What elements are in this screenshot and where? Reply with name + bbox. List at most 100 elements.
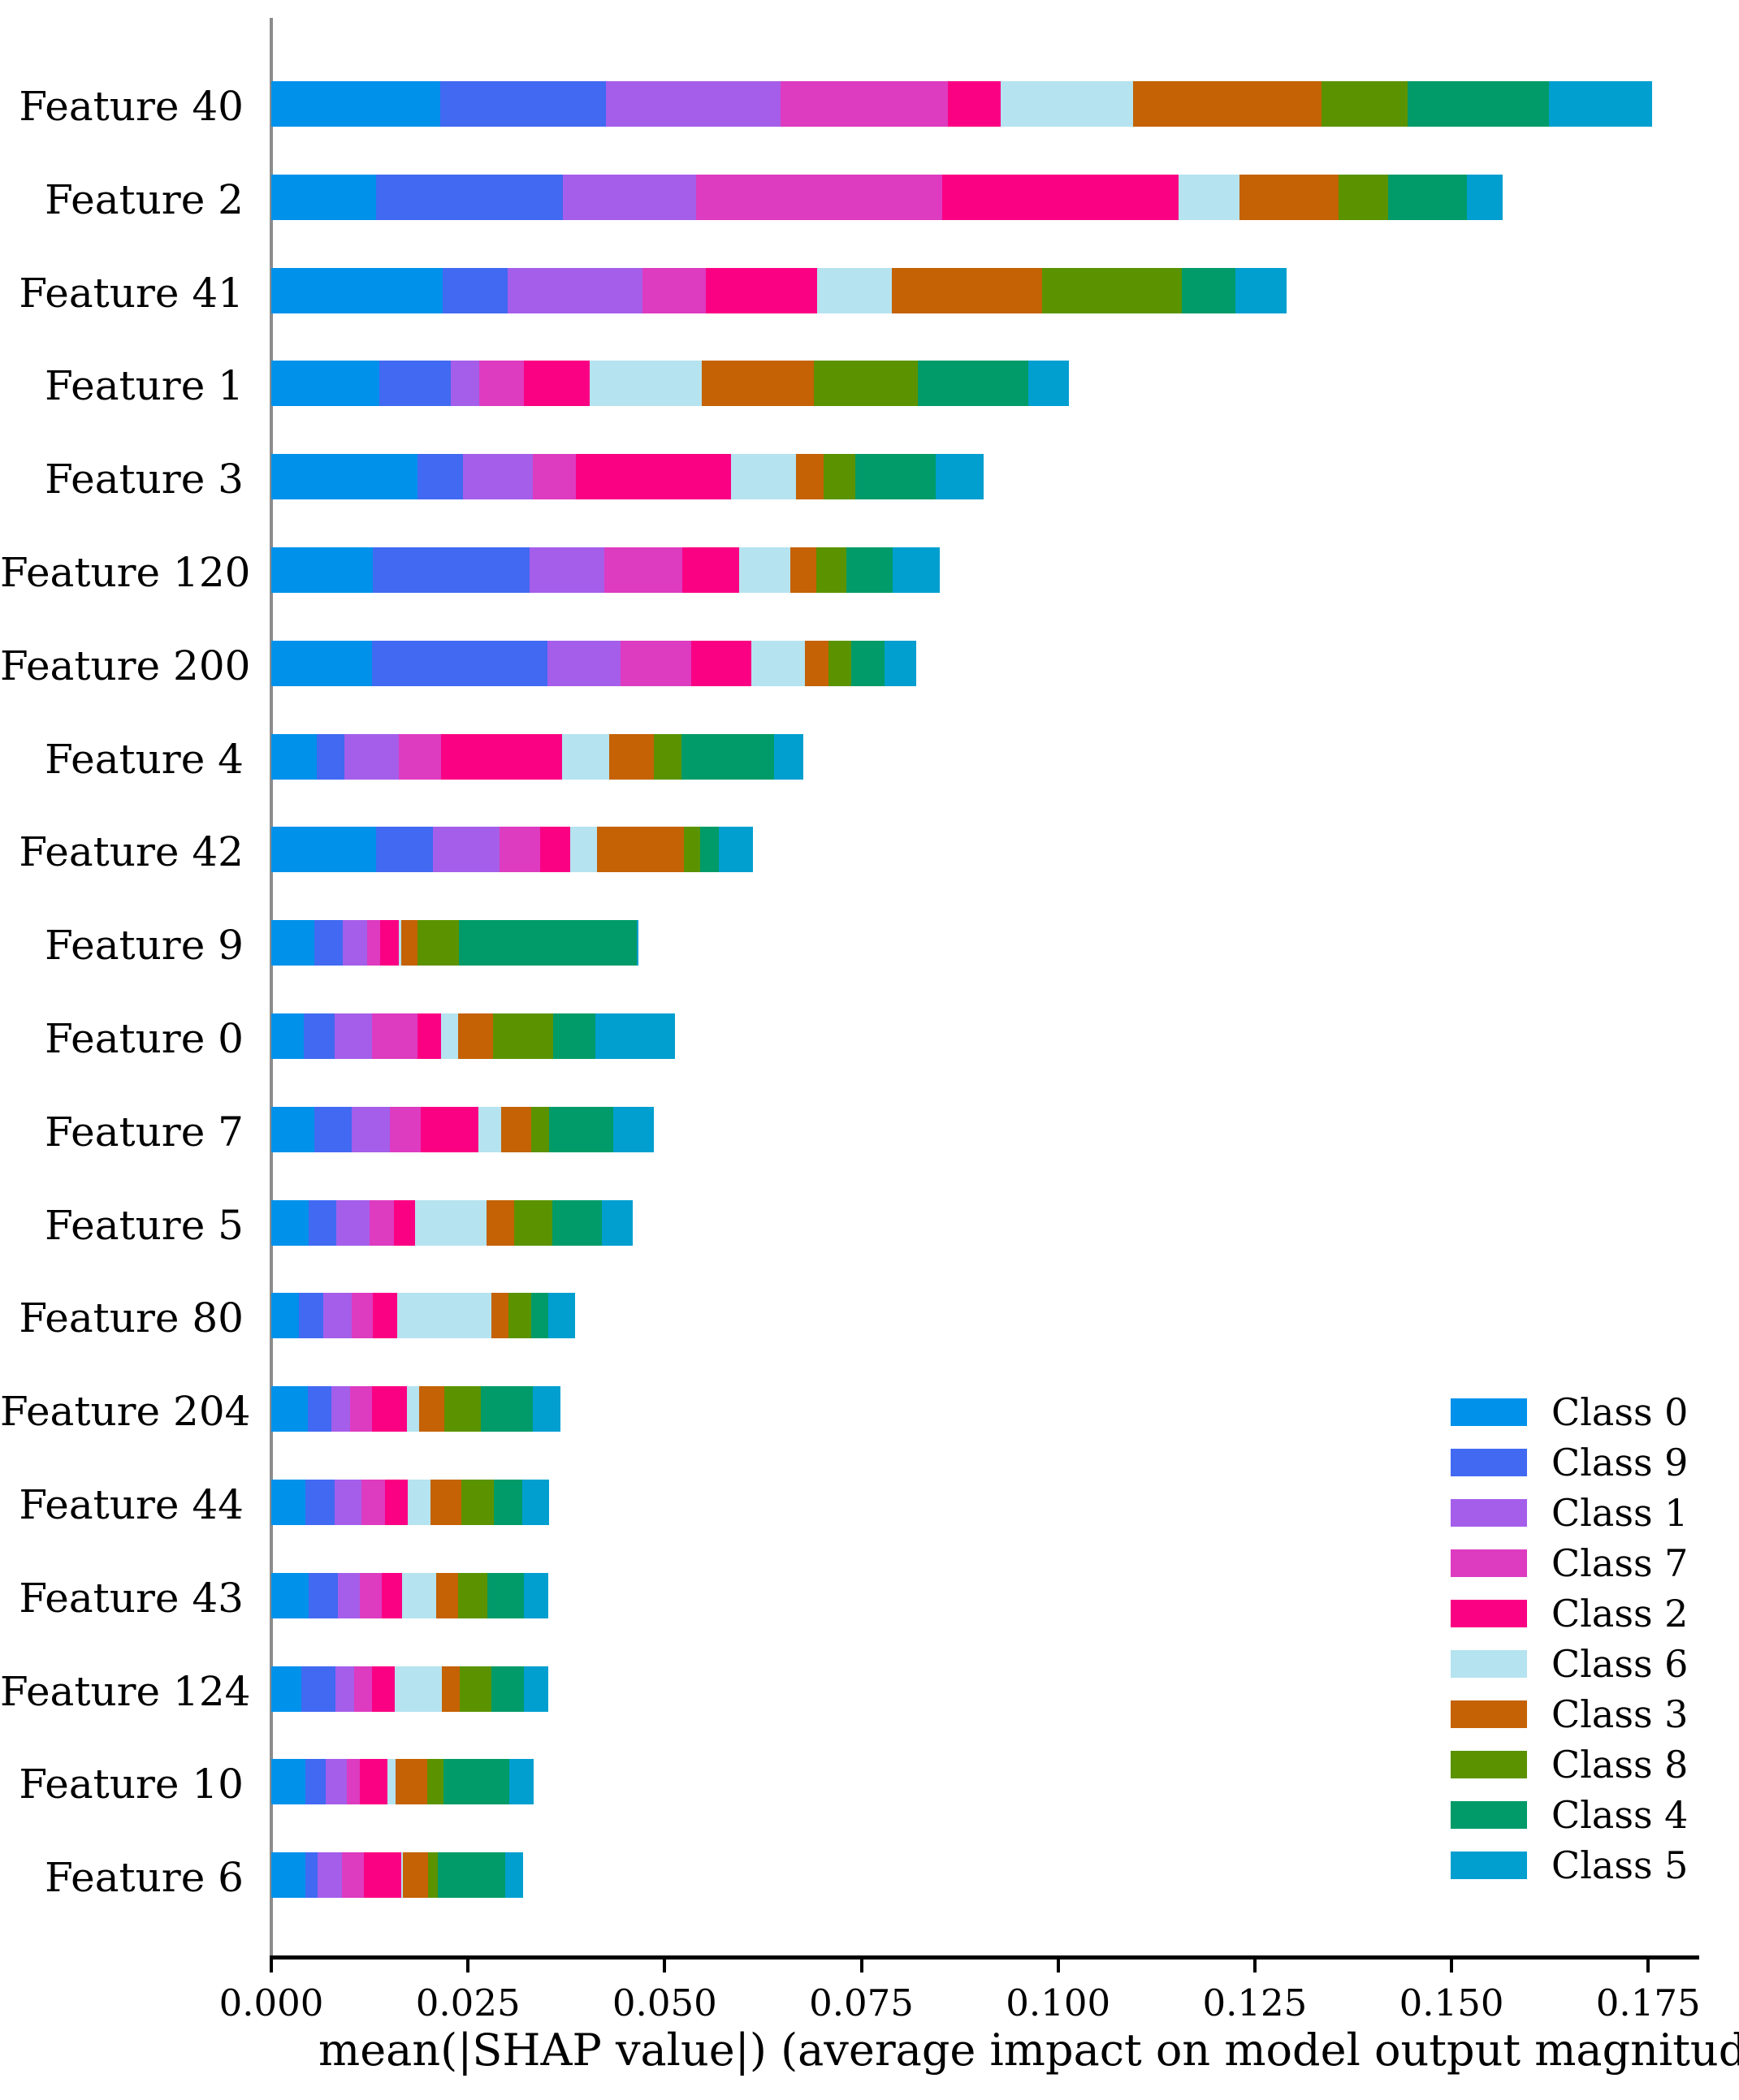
bar-segment	[325, 1759, 347, 1805]
bar-segment	[540, 827, 571, 873]
bar-segment	[271, 1759, 305, 1805]
bar-segment	[441, 1013, 459, 1059]
legend-label: Class 7	[1551, 1541, 1689, 1585]
bar-segment	[548, 1106, 614, 1152]
legend-label: Class 5	[1551, 1843, 1689, 1887]
bar-row	[271, 640, 917, 686]
bar-row	[271, 547, 941, 593]
legend-label: Class 0	[1551, 1390, 1689, 1434]
bar-row	[271, 1852, 523, 1899]
bar-segment	[271, 361, 379, 407]
bar-segment	[442, 1666, 461, 1712]
bar-segment	[547, 1293, 575, 1339]
x-tick	[663, 1958, 667, 1973]
y-axis-label: Feature 124	[0, 1667, 251, 1715]
legend-item[interactable]: Class 2	[1451, 1588, 1727, 1639]
bar-segment	[936, 454, 984, 500]
bar-row	[271, 1199, 633, 1246]
bar-segment	[1322, 81, 1408, 127]
legend-item[interactable]: Class 0	[1451, 1387, 1727, 1437]
legend-item[interactable]: Class 5	[1451, 1840, 1727, 1890]
bar-row	[271, 1013, 675, 1059]
bar-segment	[1178, 174, 1240, 220]
bar-segment	[1027, 361, 1070, 407]
bar-segment	[817, 267, 893, 313]
bar-segment	[681, 547, 740, 593]
y-axis-label: Feature 200	[0, 642, 251, 689]
bar-segment	[523, 1572, 548, 1618]
legend-item[interactable]: Class 9	[1451, 1437, 1727, 1488]
x-tick-label: 0.150	[1399, 1981, 1504, 2024]
bar-segment	[371, 640, 547, 686]
bar-segment	[322, 1293, 352, 1339]
bar-row	[271, 454, 984, 500]
bar-segment	[436, 1572, 459, 1618]
bar-segment	[509, 1759, 534, 1805]
bar-segment	[390, 1106, 421, 1152]
bar-row	[271, 361, 1070, 407]
bar-segment	[595, 1013, 675, 1059]
bar-segment	[523, 361, 590, 407]
x-tick-label: 0.025	[415, 1981, 521, 2024]
bar-segment	[478, 1106, 501, 1152]
legend-item[interactable]: Class 6	[1451, 1639, 1727, 1689]
legend-label: Class 4	[1551, 1793, 1689, 1837]
y-axis-label: Feature 4	[45, 735, 244, 783]
bar-segment	[796, 454, 824, 500]
legend-swatch	[1451, 1449, 1527, 1476]
bar-segment	[608, 733, 654, 780]
bar-segment	[400, 920, 418, 966]
bar-row	[271, 174, 1503, 220]
bar-segment	[417, 454, 464, 500]
bar-segment	[440, 81, 606, 127]
bar-segment	[552, 1199, 602, 1246]
bar-row	[271, 81, 1652, 127]
y-axis-label: Feature 5	[45, 1201, 244, 1249]
y-axis-label: Feature 7	[45, 1108, 244, 1156]
bar-segment	[415, 1199, 487, 1246]
bar-segment	[370, 1199, 395, 1246]
x-axis-spine	[270, 1955, 1699, 1960]
legend-swatch	[1451, 1751, 1527, 1778]
bar-segment	[494, 1480, 522, 1525]
bar-segment	[601, 1199, 633, 1246]
bar-segment	[271, 640, 372, 686]
bar-segment	[335, 1013, 372, 1059]
bar-segment	[317, 733, 345, 780]
bar-segment	[603, 547, 682, 593]
bar-segment	[351, 1293, 373, 1339]
bar-segment	[426, 1759, 444, 1805]
bar-segment	[271, 1386, 308, 1432]
y-axis-label: Feature 43	[19, 1574, 244, 1622]
bar-row	[271, 1666, 548, 1712]
legend-item[interactable]: Class 7	[1451, 1538, 1727, 1588]
bar-segment	[828, 640, 851, 686]
legend-swatch	[1451, 1398, 1527, 1426]
bar-segment	[461, 1480, 495, 1525]
y-axis-label: Feature 9	[45, 922, 244, 970]
bar-segment	[308, 1199, 337, 1246]
bar-segment	[401, 1572, 437, 1618]
bar-segment	[613, 1106, 654, 1152]
y-axis-label: Feature 0	[45, 1015, 244, 1062]
x-tick	[1056, 1958, 1060, 1973]
legend-item[interactable]: Class 4	[1451, 1790, 1727, 1840]
x-tick	[1450, 1958, 1454, 1973]
bar-segment	[372, 547, 530, 593]
bar-segment	[381, 1572, 402, 1618]
bar-segment	[493, 1013, 553, 1059]
bar-segment	[271, 1572, 309, 1618]
bar-segment	[1132, 81, 1322, 127]
legend-item[interactable]: Class 3	[1451, 1689, 1727, 1739]
bar-segment	[364, 1852, 401, 1899]
bar-segment	[642, 267, 706, 313]
bar-segment	[942, 174, 1179, 220]
legend-item[interactable]: Class 1	[1451, 1488, 1727, 1538]
bar-row	[271, 1572, 548, 1618]
bar-segment	[395, 1759, 427, 1805]
bar-segment	[360, 1759, 388, 1805]
bar-segment	[893, 547, 941, 593]
legend-item[interactable]: Class 8	[1451, 1739, 1727, 1790]
x-tick-label: 0.075	[809, 1981, 914, 2024]
bar-segment	[314, 920, 344, 966]
